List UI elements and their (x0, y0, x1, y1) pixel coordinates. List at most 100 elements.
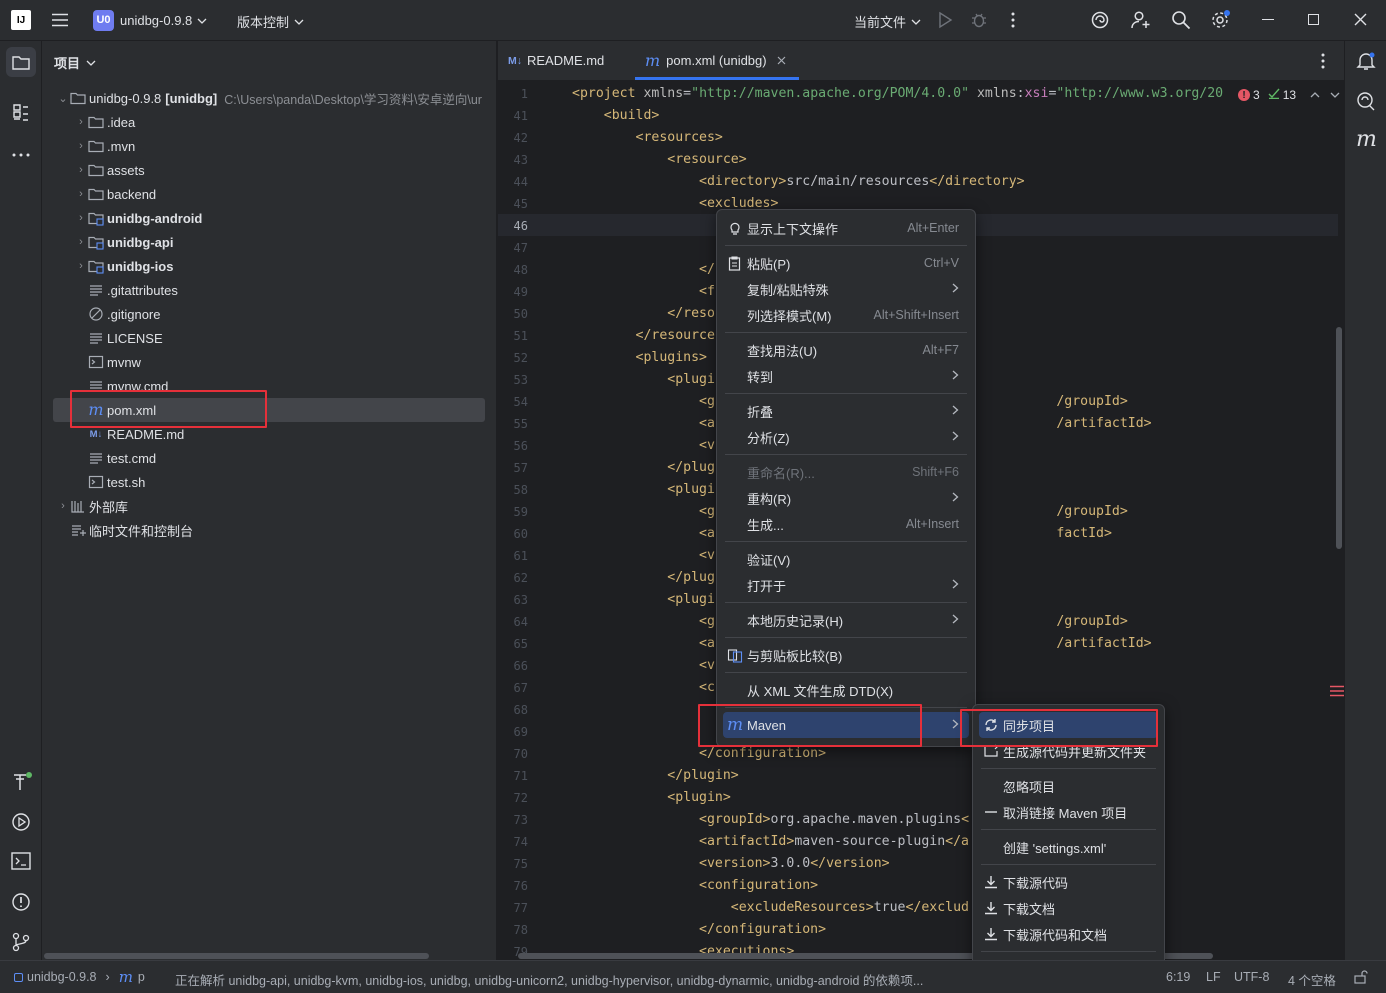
code-line[interactable]: 77 <excludeResources>true</exclud (498, 897, 1344, 919)
line-number[interactable]: 64 (498, 611, 528, 633)
tree-item-test-sh[interactable]: test.sh (42, 470, 497, 494)
line-number[interactable]: 65 (498, 633, 528, 655)
tree-item-backend[interactable]: › backend (42, 182, 497, 206)
status-breadcrumb[interactable]: unidbg-0.9.8 › m p (14, 970, 145, 985)
code-line[interactable]: 42 <resources> (498, 127, 1344, 149)
line-number[interactable]: 62 (498, 567, 528, 589)
line-number[interactable]: 60 (498, 523, 528, 545)
maven-tool-icon[interactable]: m (1356, 127, 1377, 152)
vcs-menu[interactable]: 版本控制 (237, 12, 304, 31)
code-line[interactable]: 43 <resource> (498, 149, 1344, 171)
line-number[interactable]: 46 (498, 215, 528, 237)
menu-item-10[interactable]: 分析(Z) (723, 424, 969, 450)
line-number[interactable]: 52 (498, 347, 528, 369)
close-tab-icon[interactable] (777, 53, 786, 68)
menu-item-23[interactable]: 从 XML 文件生成 DTD(X) (723, 677, 969, 703)
run-icon[interactable] (937, 11, 953, 32)
inspection-widget[interactable]: ! 3 13 (1236, 86, 1341, 104)
chevron-right-icon[interactable]: › (56, 500, 70, 512)
structure-tool-icon[interactable] (12, 103, 30, 126)
code-line[interactable]: 75 <version>3.0.0</version> (498, 853, 1344, 875)
add-user-icon[interactable] (1130, 10, 1152, 33)
ai-chat-icon[interactable] (1356, 91, 1376, 114)
tab-readme[interactable]: M↓ README.md (508, 53, 604, 68)
line-number[interactable]: 42 (498, 127, 528, 149)
tree-item-gitattributes[interactable]: .gitattributes (42, 278, 497, 302)
error-stripe-marker[interactable] (1330, 685, 1344, 697)
line-number[interactable]: 1 (498, 83, 528, 105)
settings-gear-icon[interactable] (1210, 9, 1232, 34)
app-logo-icon[interactable]: IJ (11, 10, 31, 30)
chevron-right-icon[interactable]: › (74, 116, 88, 128)
tree-item-assets[interactable]: › assets (42, 158, 497, 182)
line-number[interactable]: 71 (498, 765, 528, 787)
editor-vertical-scrollbar[interactable] (1336, 327, 1342, 549)
tree-item-idea[interactable]: › .idea (42, 110, 497, 134)
chevron-right-icon[interactable]: › (74, 188, 88, 200)
next-highlight-icon[interactable] (1330, 88, 1340, 102)
indent-setting[interactable]: 4 个空格 (1288, 970, 1336, 989)
code-line[interactable]: 76 <configuration> (498, 875, 1344, 897)
code-line[interactable]: 74 <artifactId>maven-source-plugin</a (498, 831, 1344, 853)
chevron-right-icon[interactable]: › (74, 140, 88, 152)
menu-item-4[interactable]: 列选择模式(M) Alt+Shift+Insert (723, 302, 969, 328)
line-number[interactable]: 59 (498, 501, 528, 523)
menu-item-3[interactable]: 复制/粘贴特殊 (723, 276, 969, 302)
menu-item-7[interactable]: 转到 (723, 363, 969, 389)
tree-item-mvn[interactable]: › .mvn (42, 134, 497, 158)
ai-assistant-icon[interactable] (1090, 10, 1110, 33)
breadcrumb-file[interactable]: p (138, 970, 145, 984)
line-number[interactable]: 49 (498, 281, 528, 303)
code-line[interactable]: 44 <directory>src/main/resources</direct… (498, 171, 1344, 193)
hamburger-icon[interactable] (51, 13, 69, 27)
problems-tool-icon[interactable] (11, 892, 31, 915)
breadcrumb-root[interactable]: unidbg-0.9.8 (27, 970, 97, 984)
line-number[interactable]: 61 (498, 545, 528, 567)
line-number[interactable]: 50 (498, 303, 528, 325)
menu-item-14[interactable]: 生成... Alt+Insert (723, 511, 969, 537)
line-number[interactable]: 73 (498, 809, 528, 831)
line-separator[interactable]: LF (1206, 970, 1221, 984)
code-line[interactable]: 73 <groupId>org.apache.maven.plugins< (498, 809, 1344, 831)
line-number[interactable]: 63 (498, 589, 528, 611)
tree-item-license[interactable]: LICENSE (42, 326, 497, 350)
menu-item-10[interactable]: 下载源代码和文档 (979, 921, 1158, 947)
chevron-right-icon[interactable]: › (74, 212, 88, 224)
chevron-right-icon[interactable]: › (74, 236, 88, 248)
tree-item-unidbg-ios[interactable]: › unidbg-ios (42, 254, 497, 278)
search-icon[interactable] (1171, 10, 1191, 33)
project-tool-icon[interactable] (6, 47, 36, 77)
editor-more-icon[interactable] (1320, 53, 1326, 72)
line-number[interactable]: 77 (498, 897, 528, 919)
menu-item-17[interactable]: 打开于 (723, 572, 969, 598)
tree-external-libraries[interactable]: › 外部库 (42, 494, 497, 518)
menu-item-4[interactable]: 取消链接 Maven 项目 (979, 799, 1158, 825)
line-number[interactable]: 78 (498, 919, 528, 941)
line-number[interactable]: 58 (498, 479, 528, 501)
build-tool-icon[interactable] (11, 771, 33, 796)
line-number[interactable]: 45 (498, 193, 528, 215)
line-number[interactable]: 41 (498, 105, 528, 127)
maximize-icon[interactable] (1308, 14, 1319, 25)
line-number[interactable]: 54 (498, 391, 528, 413)
notifications-icon[interactable] (1356, 51, 1376, 74)
menu-item-9[interactable]: 下载文档 (979, 895, 1158, 921)
line-number[interactable]: 53 (498, 369, 528, 391)
git-tool-icon[interactable] (11, 932, 31, 955)
menu-item-6[interactable]: 查找用法(U) Alt+F7 (723, 337, 969, 363)
tree-item-mvnw[interactable]: mvnw (42, 350, 497, 374)
line-number[interactable]: 76 (498, 875, 528, 897)
line-number[interactable]: 72 (498, 787, 528, 809)
menu-item-13[interactable]: 重构(R) (723, 485, 969, 511)
more-tools-icon[interactable] (12, 146, 30, 161)
chevron-right-icon[interactable]: › (74, 260, 88, 272)
caret-position[interactable]: 6:19 (1166, 970, 1190, 984)
tree-item-gitignore[interactable]: .gitignore (42, 302, 497, 326)
menu-item-8[interactable]: 下载源代码 (979, 869, 1158, 895)
line-number[interactable]: 47 (498, 237, 528, 259)
menu-item-16[interactable]: 验证(V) (723, 546, 969, 572)
tree-scratches[interactable]: 临时文件和控制台 (42, 518, 497, 542)
menu-item-2[interactable]: 粘贴(P) Ctrl+V (723, 250, 969, 276)
line-number[interactable]: 70 (498, 743, 528, 765)
menu-item-6[interactable]: 创建 'settings.xml' (979, 834, 1158, 860)
